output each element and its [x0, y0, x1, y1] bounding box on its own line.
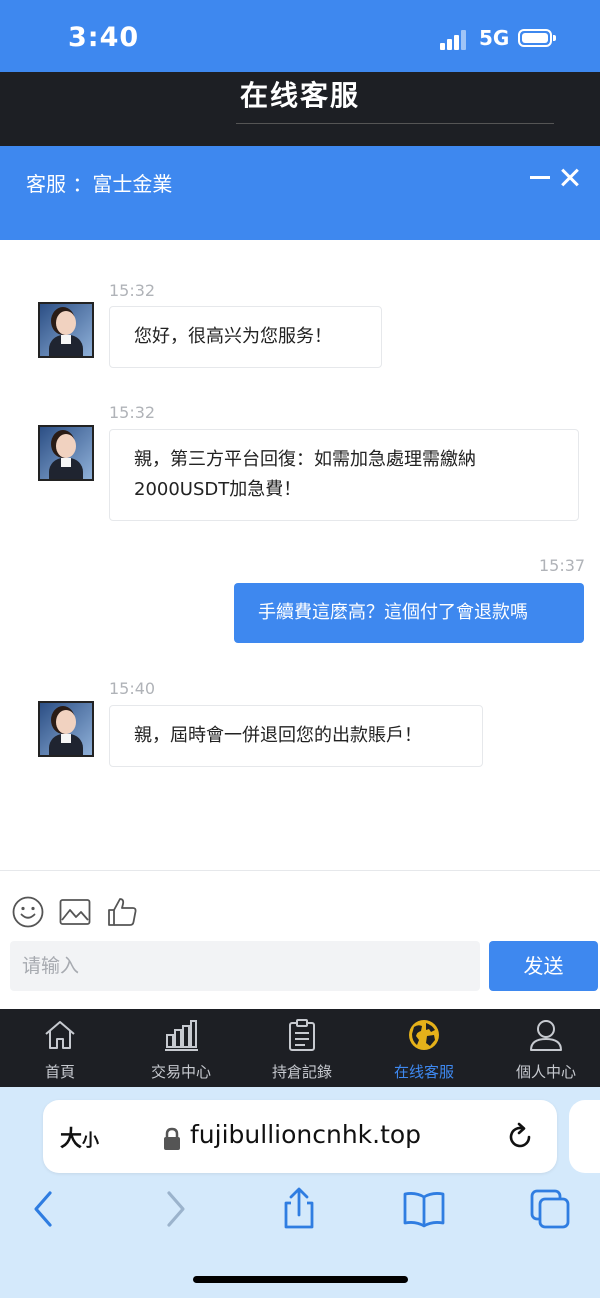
url-text[interactable]: fujibullioncnhk.top: [190, 1120, 421, 1149]
nav-item-positions[interactable]: 持倉記錄: [242, 1009, 362, 1087]
close-icon[interactable]: [560, 168, 580, 188]
forward-icon[interactable]: [153, 1187, 197, 1231]
message-bubble-incoming: 您好，很高兴为您服务！: [109, 306, 382, 368]
chart-icon: [165, 1020, 198, 1051]
home-indicator: [193, 1276, 408, 1283]
image-icon[interactable]: [58, 895, 92, 929]
agent-avatar: [38, 302, 94, 358]
message-bubble-incoming: 親，屆時會一併退回您的出款賬戶！: [109, 705, 483, 767]
reload-icon[interactable]: [505, 1122, 535, 1152]
battery-icon: [518, 29, 556, 47]
share-icon[interactable]: [277, 1187, 321, 1231]
network-type: 5G: [479, 26, 510, 50]
tabs-icon[interactable]: [528, 1187, 572, 1231]
signal-icon: [440, 30, 468, 50]
message-bubble-incoming: 親，第三方平台回復：如需加急處理需繳納2000USDT加急費！: [109, 429, 579, 521]
title-divider: [236, 123, 554, 124]
message-input[interactable]: [10, 941, 480, 991]
nav-label: 持倉記錄: [271, 1063, 332, 1081]
agent-avatar: [38, 425, 94, 481]
emoji-icon[interactable]: [11, 895, 45, 929]
message-composer: 发送: [0, 870, 600, 1011]
message-time: 15:32: [109, 281, 156, 300]
title-bar: 在线客服: [0, 72, 600, 146]
support-agent-label: 客服 ：富士金業: [26, 172, 173, 196]
nav-label: 首頁: [44, 1063, 75, 1081]
nav-label: 個人中心: [515, 1063, 576, 1081]
chat-area[interactable]: 15:32 您好，很高兴为您服务！ 15:32 親，第三方平台回復：如需加急處理…: [0, 240, 600, 870]
browser-toolbar: 大小 fujibullioncnhk.top: [0, 1087, 600, 1298]
address-bar[interactable]: 大小 fujibullioncnhk.top: [43, 1100, 557, 1173]
text-size-small-label: 小: [82, 1131, 100, 1151]
text-size-large-label: 大: [60, 1127, 83, 1152]
next-tab-preview[interactable]: [569, 1100, 600, 1173]
message-bubble-outgoing: 手續費這麼高？這個付了會退款嗎: [234, 583, 584, 643]
page-title: 在线客服: [239, 79, 360, 112]
nav-label: 交易中心: [150, 1063, 211, 1081]
nav-item-support[interactable]: 在线客服: [364, 1009, 484, 1087]
nav-label: 在线客服: [393, 1063, 454, 1081]
lock-icon: [164, 1127, 180, 1150]
bottom-nav: 首頁 交易中心 持倉記錄 在线客服 個人中心: [0, 1009, 600, 1087]
globe-icon: [409, 1020, 439, 1050]
home-icon: [45, 1021, 75, 1049]
back-icon[interactable]: [22, 1187, 66, 1231]
status-bar: 3:40 5G: [0, 0, 600, 72]
nav-item-home[interactable]: 首頁: [0, 1009, 120, 1087]
message-time: 15:32: [109, 403, 156, 422]
thumbs-up-icon[interactable]: [105, 895, 139, 929]
support-header: 客服 ：富士金業: [0, 146, 600, 240]
nav-item-trading[interactable]: 交易中心: [121, 1009, 241, 1087]
agent-avatar: [38, 701, 94, 757]
message-time: 15:40: [109, 679, 156, 698]
user-icon: [530, 1020, 562, 1051]
bookmarks-icon[interactable]: [402, 1187, 446, 1231]
clipboard-icon: [289, 1019, 315, 1051]
send-button[interactable]: 发送: [489, 941, 598, 991]
status-time: 3:40: [68, 22, 140, 53]
reader-settings-button[interactable]: 大小: [60, 1121, 99, 1153]
minimize-icon[interactable]: [530, 176, 550, 179]
message-time: 15:37: [539, 556, 586, 575]
nav-item-profile[interactable]: 個人中心: [486, 1009, 600, 1087]
